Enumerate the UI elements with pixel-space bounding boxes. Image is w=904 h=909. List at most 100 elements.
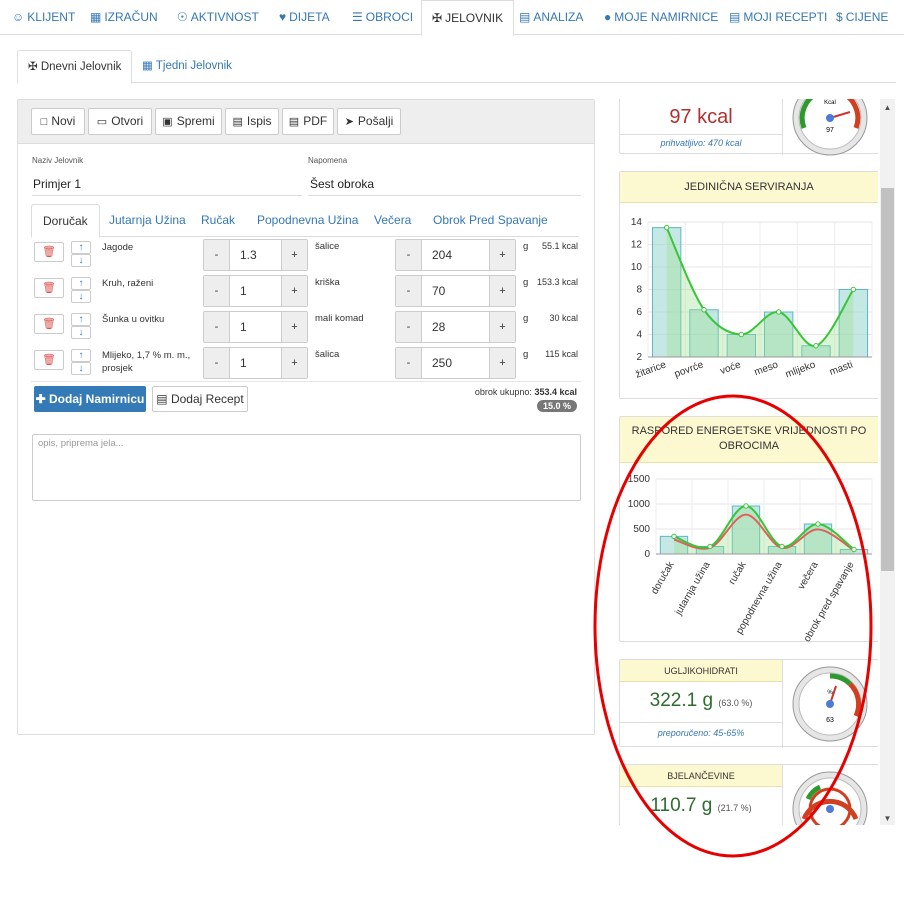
tab-dorucak[interactable]: Doručak xyxy=(31,204,100,238)
y-tick-label: 4 xyxy=(636,330,642,341)
nav-moji-recepti[interactable]: ▤ MOJI RECEPTI xyxy=(729,0,827,35)
food-name: Jagode xyxy=(102,242,134,253)
pdf-button[interactable]: ▤ PDF xyxy=(282,108,334,135)
nav-izracun[interactable]: ▦ IZRAČUN xyxy=(90,0,158,35)
x-tick-label: mlijeko xyxy=(784,359,817,380)
scroll-up-icon[interactable]: ▲ xyxy=(881,101,894,114)
qty-minus-button[interactable]: - xyxy=(204,348,229,378)
add-recipe-button[interactable]: ▤ Dodaj Recept xyxy=(152,386,248,412)
tab-dnevni-jelovnik[interactable]: ✠ Dnevni Jelovnik xyxy=(17,50,133,84)
cutlery-icon: ✠ xyxy=(432,11,443,25)
nav-moje-namirnice[interactable]: ● MOJE NAMIRNICE xyxy=(604,0,718,35)
trash-icon: 🗑 xyxy=(42,354,56,366)
move-up-button[interactable]: ↑ xyxy=(71,277,91,290)
grams-input[interactable]: 28 xyxy=(421,312,490,342)
qty-input[interactable]: 1 xyxy=(229,312,282,342)
grams-plus-button[interactable]: + xyxy=(490,312,515,342)
nav-analiza[interactable]: ▤ ANALIZA xyxy=(519,0,583,35)
tab-vecera[interactable]: Večera xyxy=(374,204,411,237)
nav-dijeta[interactable]: ♥ DIJETA xyxy=(279,0,330,35)
tab-obrok-pred-spavanje[interactable]: Obrok Pred Spavanje xyxy=(433,204,548,237)
qty-plus-button[interactable]: + xyxy=(282,312,307,342)
menu-panel: □ Novi ▭ Otvori ▣ Spremi ▤ Ispis ▤ PDF ➤ Pošal… xyxy=(17,99,595,735)
move-up-button[interactable]: ↑ xyxy=(71,313,91,326)
servings-title: JEDINIČNA SERVIRANJA xyxy=(620,172,878,203)
food-row: 🗑 ↑ ↓ Šunka u ovitku - 1 + mali komad - … xyxy=(18,310,594,346)
move-down-button[interactable]: ↓ xyxy=(71,326,91,339)
menu-name-label: Naziv Jelovnik xyxy=(32,156,84,165)
open-button[interactable]: ▭ Otvori xyxy=(88,108,152,135)
nav-obroci[interactable]: ☰ OBROCI xyxy=(352,0,413,35)
y-tick-label: 6 xyxy=(636,307,642,318)
portion-unit: mali komad xyxy=(315,313,364,324)
qty-minus-button[interactable]: - xyxy=(204,276,229,306)
nav-jelovnik[interactable]: ✠ JELOVNIK xyxy=(421,0,515,36)
qty-plus-button[interactable]: + xyxy=(282,240,307,270)
grams-plus-button[interactable]: + xyxy=(490,240,515,270)
delete-food-button[interactable]: 🗑 xyxy=(34,242,64,262)
qty-input[interactable]: 1 xyxy=(229,276,282,306)
move-down-button[interactable]: ↓ xyxy=(71,290,91,303)
qty-plus-button[interactable]: + xyxy=(282,276,307,306)
move-up-button[interactable]: ↑ xyxy=(71,349,91,362)
delete-food-button[interactable]: 🗑 xyxy=(34,350,64,370)
carbs-value: 322.1 g (63.0 %) xyxy=(649,690,753,711)
new-button[interactable]: □ Novi xyxy=(31,108,85,135)
arrow-up-icon: ↑ xyxy=(78,278,84,289)
user-icon: ☺ xyxy=(12,10,25,24)
move-down-button[interactable]: ↓ xyxy=(71,362,91,375)
scroll-down-icon[interactable]: ▼ xyxy=(881,812,894,825)
delete-food-button[interactable]: 🗑 xyxy=(34,314,64,334)
grams-minus-button[interactable]: - xyxy=(396,276,421,306)
servings-chart: 2468101214žitarice povrće voće meso mlijeko m… xyxy=(631,217,873,381)
add-food-button[interactable]: ✚ Dodaj Namirnicu xyxy=(34,386,146,412)
nav-aktivnost[interactable]: ☉ AKTIVNOST xyxy=(177,0,259,35)
grams-plus-button[interactable]: + xyxy=(490,276,515,306)
preparation-textarea[interactable]: opis, priprema jela... xyxy=(32,434,581,501)
tab-rucak[interactable]: Ručak xyxy=(201,204,235,237)
trash-icon: 🗑 xyxy=(42,282,56,294)
file-text-icon: ▤ xyxy=(232,116,243,128)
kcal-gauge-label: Kcal xyxy=(824,100,836,106)
qty-input[interactable]: 1.3 xyxy=(229,240,282,270)
meal-total-value: 353.4 kcal xyxy=(534,387,577,397)
data-point xyxy=(851,546,857,553)
cutlery-icon: ✠ xyxy=(28,61,41,73)
nav-cijene[interactable]: $ CIJENE xyxy=(836,0,888,35)
send-button[interactable]: ➤ Pošalji xyxy=(337,108,401,135)
scrollbar-thumb[interactable] xyxy=(881,188,894,571)
print-button[interactable]: ▤ Ispis xyxy=(225,108,279,135)
tab-tjedni-jelovnik[interactable]: ▦ Tjedni Jelovnik xyxy=(132,50,242,83)
qty-minus-button[interactable]: - xyxy=(204,240,229,270)
kcal-gauge-value: 97 xyxy=(826,127,834,134)
grams-input[interactable]: 204 xyxy=(421,240,490,270)
grams-input[interactable]: 70 xyxy=(421,276,490,306)
menu-name-input[interactable]: Primjer 1 xyxy=(33,177,81,191)
qty-input[interactable]: 1 xyxy=(229,348,282,378)
save-button[interactable]: ▣ Spremi xyxy=(155,108,222,135)
qty-plus-button[interactable]: + xyxy=(282,348,307,378)
portion-unit: šalica xyxy=(315,349,340,360)
trash-icon: 🗑 xyxy=(42,246,56,258)
data-point xyxy=(701,307,707,313)
tab-jutarnja-uzina[interactable]: Jutarnja Užina xyxy=(109,204,186,237)
energy-chart: 050010001500doručakjutarnja užina ručakpo… xyxy=(628,474,873,642)
y-tick-label: 500 xyxy=(633,524,650,535)
note-input[interactable]: Šest obroka xyxy=(310,177,374,191)
qty-minus-button[interactable]: - xyxy=(204,312,229,342)
grams-input[interactable]: 250 xyxy=(421,348,490,378)
move-down-button[interactable]: ↓ xyxy=(71,254,91,267)
food-name: Mlijeko, 1,7 % m. m., prosjek xyxy=(102,350,191,374)
grams-minus-button[interactable]: - xyxy=(396,240,421,270)
grams-stepper: - 28 + xyxy=(395,311,516,343)
tab-popodnevna-uzina[interactable]: Popodnevna Užina xyxy=(257,204,358,237)
calendar-icon: ▦ xyxy=(142,60,156,72)
data-point xyxy=(743,503,749,509)
grams-minus-button[interactable]: - xyxy=(396,348,421,378)
delete-food-button[interactable]: 🗑 xyxy=(34,278,64,298)
folder-open-icon: ▭ xyxy=(96,116,108,128)
move-up-button[interactable]: ↑ xyxy=(71,241,91,254)
nav-klijent[interactable]: ☺ KLIJENT xyxy=(12,0,75,35)
grams-minus-button[interactable]: - xyxy=(396,312,421,342)
grams-plus-button[interactable]: + xyxy=(490,348,515,378)
